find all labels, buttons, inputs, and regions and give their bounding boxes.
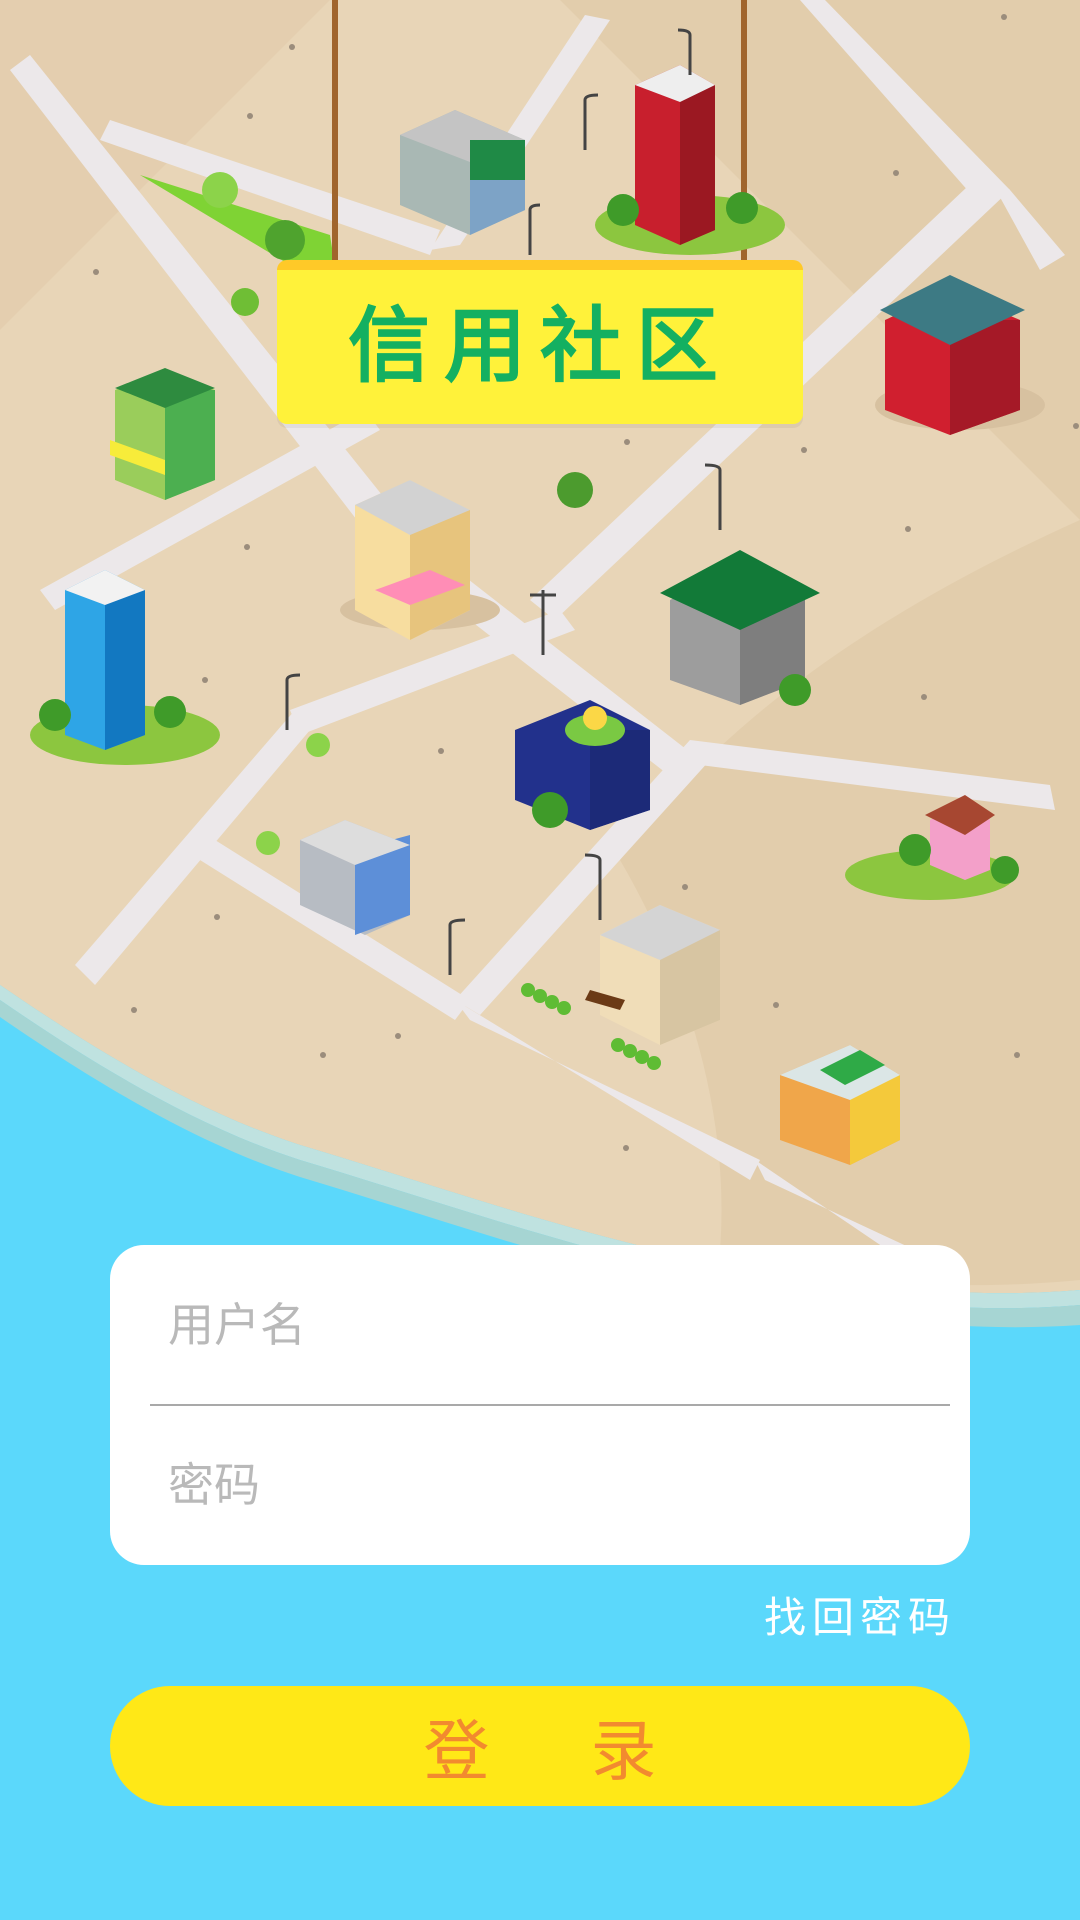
app-title: 信用社区 (347, 299, 732, 394)
username-field-row (110, 1245, 970, 1405)
password-field-row (110, 1405, 970, 1565)
login-screen: 信用社区 找回密码 登 录 (0, 0, 1080, 1920)
login-form-card (110, 1245, 970, 1565)
login-button[interactable]: 登 录 (110, 1686, 970, 1806)
username-input[interactable] (168, 1298, 908, 1352)
forgot-password-link[interactable]: 找回密码 (720, 1588, 956, 1648)
password-input[interactable] (168, 1458, 908, 1512)
sign-rope-left (332, 0, 338, 265)
green-shop-building (110, 368, 215, 500)
title-sign: 信用社区 (277, 260, 803, 424)
